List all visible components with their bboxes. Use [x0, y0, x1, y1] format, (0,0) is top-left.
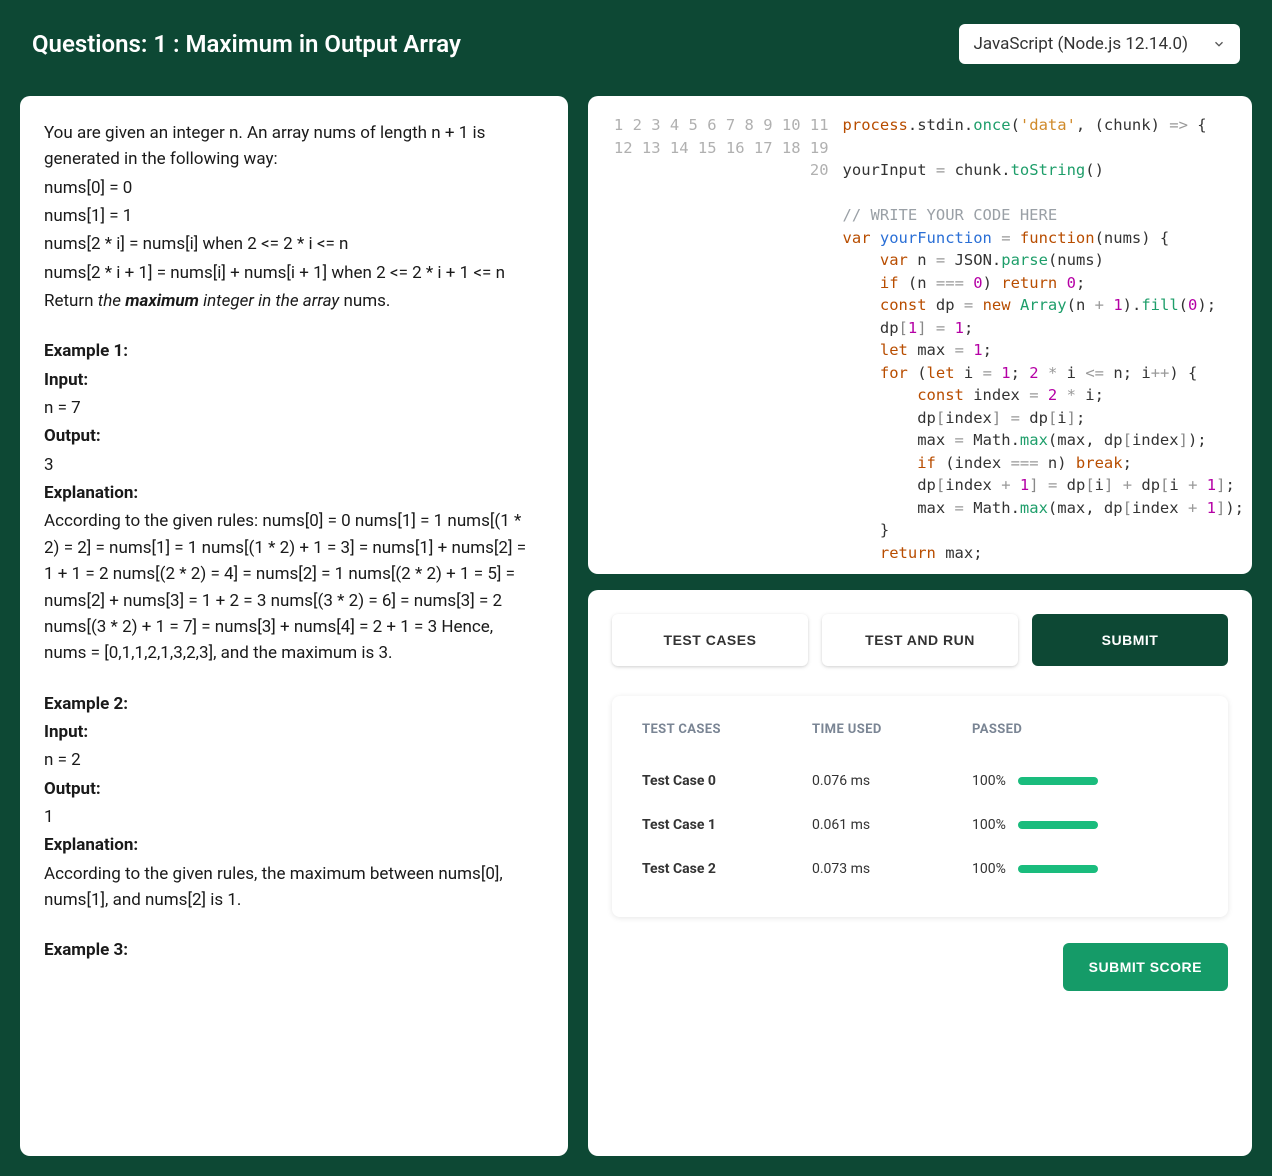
- col-header-cases: TEST CASES: [642, 722, 812, 737]
- test-cases-button[interactable]: TEST CASES: [612, 614, 808, 666]
- explanation-label: Explanation:: [44, 832, 538, 858]
- result-time: 0.076 ms: [812, 773, 972, 789]
- problem-panel: You are given an integer n. An array num…: [20, 96, 568, 1156]
- input-label: Input:: [44, 367, 538, 393]
- result-name: Test Case 0: [642, 773, 812, 789]
- results-table-header: TEST CASES TIME USED PASSED: [642, 722, 1198, 737]
- result-row: Test Case 20.073 ms100%: [642, 847, 1198, 891]
- code-editor[interactable]: 1 2 3 4 5 6 7 8 9 10 11 12 13 14 15 16 1…: [602, 114, 1244, 564]
- output-label: Output:: [44, 423, 538, 449]
- result-time: 0.061 ms: [812, 817, 972, 833]
- chevron-down-icon: [1212, 37, 1226, 51]
- submit-button[interactable]: SUBMIT: [1032, 614, 1228, 666]
- problem-rule: nums[1] = 1: [44, 203, 538, 229]
- result-row: Test Case 10.061 ms100%: [642, 803, 1198, 847]
- results-table: TEST CASES TIME USED PASSED Test Case 00…: [612, 696, 1228, 917]
- output-label: Output:: [44, 776, 538, 802]
- example-2-label: Example 2:: [44, 691, 538, 717]
- main-area: You are given an integer n. An array num…: [0, 96, 1272, 1176]
- problem-scroll[interactable]: You are given an integer n. An array num…: [44, 120, 556, 1132]
- progress-bar: [1018, 777, 1098, 785]
- example-2-output: 1: [44, 804, 538, 830]
- code-content[interactable]: process.stdin.once('data', (chunk) => { …: [843, 114, 1244, 564]
- problem-rule: nums[2 * i] = nums[i] when 2 <= 2 * i <=…: [44, 231, 538, 257]
- problem-intro: You are given an integer n. An array num…: [44, 120, 538, 173]
- example-2-explanation: According to the given rules, the maximu…: [44, 861, 538, 914]
- example-1-explanation: According to the given rules: nums[0] = …: [44, 508, 538, 666]
- result-name: Test Case 2: [642, 861, 812, 877]
- submit-score-wrap: SUBMIT SCORE: [612, 943, 1228, 991]
- test-and-run-button[interactable]: TEST AND RUN: [822, 614, 1018, 666]
- result-row: Test Case 00.076 ms100%: [642, 759, 1198, 803]
- submit-score-button[interactable]: SUBMIT SCORE: [1063, 943, 1228, 991]
- problem-rule: nums[0] = 0: [44, 175, 538, 201]
- results-panel: TEST CASES TEST AND RUN SUBMIT TEST CASE…: [588, 590, 1252, 1156]
- example-1-output: 3: [44, 452, 538, 478]
- example-2-input: n = 2: [44, 747, 538, 773]
- line-gutter: 1 2 3 4 5 6 7 8 9 10 11 12 13 14 15 16 1…: [602, 114, 843, 564]
- col-header-time: TIME USED: [812, 722, 972, 737]
- result-passed: 100%: [972, 817, 1198, 833]
- problem-return: Return the maximum integer in the array …: [44, 288, 538, 314]
- example-1-input: n = 7: [44, 395, 538, 421]
- col-header-passed: PASSED: [972, 722, 1198, 737]
- example-3-label: Example 3:: [44, 937, 538, 963]
- action-button-row: TEST CASES TEST AND RUN SUBMIT: [612, 614, 1228, 666]
- code-editor-panel: 1 2 3 4 5 6 7 8 9 10 11 12 13 14 15 16 1…: [588, 96, 1252, 574]
- language-select-value: JavaScript (Node.js 12.14.0): [973, 34, 1188, 54]
- example-1-label: Example 1:: [44, 338, 538, 364]
- result-time: 0.073 ms: [812, 861, 972, 877]
- progress-bar: [1018, 821, 1098, 829]
- explanation-label: Explanation:: [44, 480, 538, 506]
- language-select[interactable]: JavaScript (Node.js 12.14.0): [959, 24, 1240, 64]
- result-passed: 100%: [972, 773, 1198, 789]
- page-header: Questions: 1 : Maximum in Output Array J…: [0, 0, 1272, 96]
- progress-bar: [1018, 865, 1098, 873]
- input-label: Input:: [44, 719, 538, 745]
- right-column: 1 2 3 4 5 6 7 8 9 10 11 12 13 14 15 16 1…: [588, 96, 1252, 1156]
- problem-rule: nums[2 * i + 1] = nums[i] + nums[i + 1] …: [44, 260, 538, 286]
- result-passed: 100%: [972, 861, 1198, 877]
- page-title: Questions: 1 : Maximum in Output Array: [32, 30, 461, 58]
- result-name: Test Case 1: [642, 817, 812, 833]
